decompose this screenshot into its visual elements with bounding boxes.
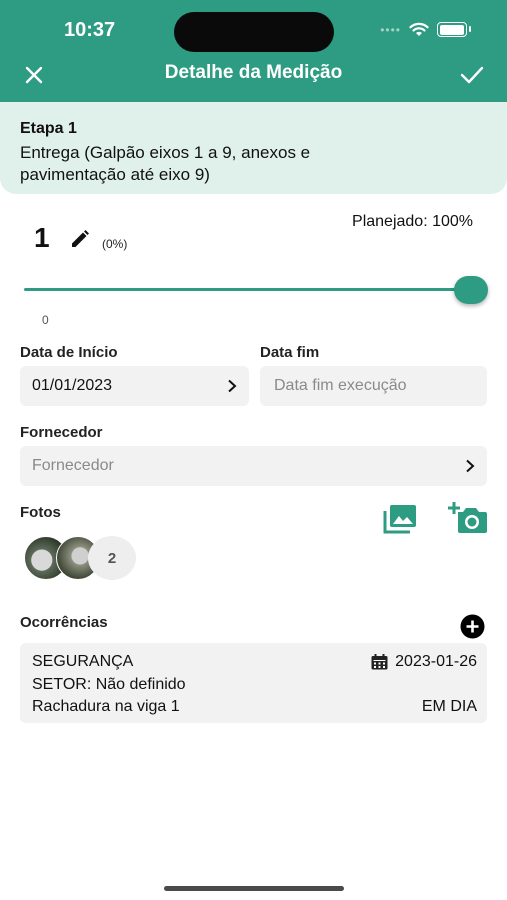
check-icon[interactable] [459, 63, 485, 87]
occurrence-description: Rachadura na viga 1 [32, 698, 180, 715]
status-indicators: •••• [380, 22, 471, 37]
chevron-right-icon [228, 379, 237, 393]
supplier-label: Fornecedor [20, 424, 103, 441]
slider-min-label: 0 [42, 313, 49, 327]
occurrence-sector: SETOR: Não definido [32, 676, 186, 693]
start-date-label: Data de Início [20, 344, 118, 361]
supplier-select[interactable]: Fornecedor [20, 446, 487, 486]
slider-track [24, 288, 474, 291]
wifi-icon [409, 22, 429, 36]
start-date-field[interactable]: 01/01/2023 [20, 366, 249, 406]
end-date-input[interactable] [272, 376, 475, 396]
pencil-icon[interactable] [70, 229, 90, 249]
stage-card: Etapa 1 Entrega (Galpão eixos 1 a 9, ane… [0, 102, 507, 194]
slider-thumb[interactable] [454, 276, 488, 304]
stage-title: Etapa 1 [20, 120, 77, 137]
occurrences-label: Ocorrências [20, 614, 108, 631]
add-circle-icon[interactable] [460, 614, 485, 639]
supplier-placeholder: Fornecedor [32, 457, 114, 474]
measured-quantity: 1 [34, 222, 50, 253]
battery-icon [437, 22, 471, 37]
percent-label: (0%) [102, 237, 128, 251]
home-indicator [164, 886, 344, 891]
start-date-value: 01/01/2023 [32, 377, 113, 394]
occurrence-card[interactable]: SEGURANÇA 2023-01-26 SETOR: Não definido… [20, 643, 487, 723]
camera-add-icon[interactable] [448, 502, 488, 534]
progress-slider[interactable] [24, 272, 488, 308]
end-date-label: Data fim [260, 344, 320, 361]
photo-count-badge[interactable]: 2 [88, 536, 136, 580]
occurrence-date-value: 2023-01-26 [395, 653, 477, 670]
chevron-right-icon [466, 459, 475, 473]
status-time: 10:37 [64, 19, 116, 41]
stage-description: Entrega (Galpão eixos 1 a 9, anexos e pa… [20, 143, 311, 184]
occurrence-date: 2023-01-26 [371, 653, 477, 671]
gallery-icon[interactable] [383, 504, 417, 534]
end-date-field[interactable] [260, 366, 487, 406]
occurrence-status: EM DIA [421, 698, 477, 715]
calendar-icon [371, 654, 388, 670]
photo-thumbnails[interactable]: 2 [22, 536, 152, 580]
dynamic-island [174, 12, 334, 52]
occurrence-type: SEGURANÇA [32, 653, 134, 670]
signal-icon: •••• [380, 22, 401, 37]
photos-label: Fotos [20, 504, 61, 521]
page-title: Detalhe da Medição [164, 62, 343, 83]
app-header: 10:37 •••• Detalhe da Medição [0, 0, 507, 102]
planned-label: Planejado: 100% [352, 213, 473, 230]
